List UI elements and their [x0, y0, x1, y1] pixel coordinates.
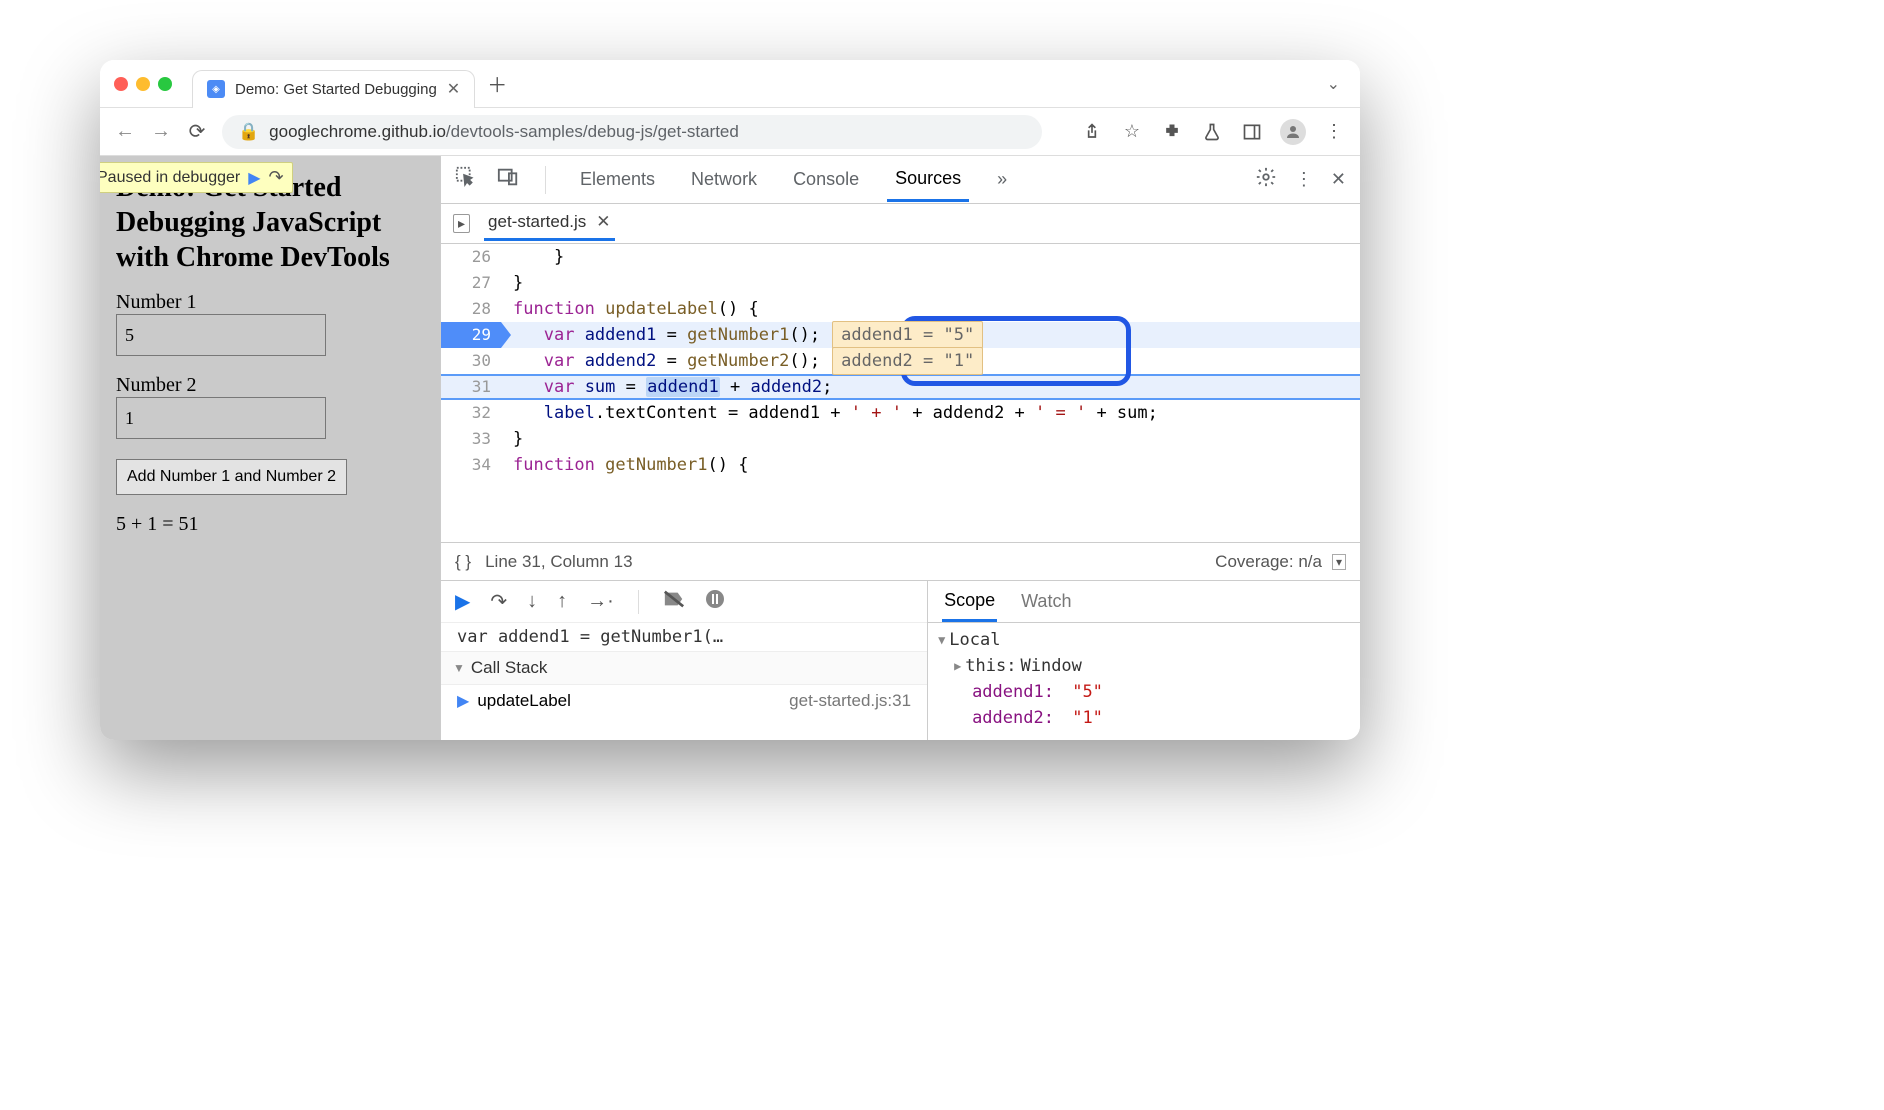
browser-window: ◈ Demo: Get Started Debugging ✕ ＋ ⌄ ← → …: [100, 60, 1360, 740]
debugger-right-pane: Scope Watch ▼Local ▶this: Window addend1…: [928, 581, 1360, 740]
devtools-panel: Elements Network Console Sources » ⋮ ✕ ▸…: [440, 156, 1360, 740]
window-controls: [114, 77, 172, 91]
tab-title: Demo: Get Started Debugging: [235, 81, 437, 98]
extensions-icon[interactable]: [1160, 121, 1184, 142]
reload-button[interactable]: ⟳: [186, 119, 208, 144]
panel-icon[interactable]: [1240, 121, 1264, 142]
debugger-left-pane: ▶ ↷ ↓ ↑ →· var addend1 = getNumber1(: [441, 581, 928, 740]
current-frame-icon: ▶: [457, 691, 469, 711]
debugger-controls: ▶ ↷ ↓ ↑ →·: [441, 581, 927, 623]
labs-flask-icon[interactable]: [1200, 121, 1224, 142]
number1-label: Number 1: [116, 291, 424, 314]
device-toggle-icon[interactable]: [497, 166, 519, 193]
tab-watch[interactable]: Watch: [1019, 583, 1073, 620]
coverage-toggle-icon[interactable]: ▾: [1332, 554, 1346, 570]
page-viewport: Paused in debugger ▶ ↷ Demo: Get Started…: [100, 156, 440, 740]
forward-button[interactable]: →: [150, 120, 172, 143]
code-editor[interactable]: 26 } 27} 28function updateLabel() { 29 v…: [441, 244, 1360, 542]
browser-toolbar: ← → ⟳ 🔒 googlechrome.github.io/devtools-…: [100, 108, 1360, 156]
callstack-header[interactable]: ▼Call Stack: [441, 652, 927, 685]
format-braces-icon[interactable]: { }: [455, 552, 471, 572]
close-window-icon[interactable]: [114, 77, 128, 91]
scope-var-addend2: addend2: "1": [938, 705, 1350, 731]
step-out-icon[interactable]: ↑: [557, 590, 567, 613]
file-tab-label: get-started.js: [488, 212, 586, 232]
favicon-icon: ◈: [207, 80, 225, 98]
banner-resume-icon[interactable]: ▶: [248, 168, 260, 188]
scope-this[interactable]: ▶this: Window: [938, 653, 1350, 679]
new-tab-button[interactable]: ＋: [487, 69, 507, 98]
url-host: googlechrome.github.io: [269, 122, 446, 141]
file-tab[interactable]: get-started.js ✕: [484, 206, 615, 241]
tab-sources[interactable]: Sources: [887, 158, 969, 202]
inline-value-1: addend1 = "5": [832, 321, 983, 349]
number2-label: Number 2: [116, 374, 424, 397]
scope-watch-tabs: Scope Watch: [928, 581, 1360, 623]
devtools-close-icon[interactable]: ✕: [1331, 169, 1346, 190]
file-tabstrip: ▸ get-started.js ✕: [441, 204, 1360, 244]
inspect-element-icon[interactable]: [455, 166, 477, 193]
titlebar: ◈ Demo: Get Started Debugging ✕ ＋ ⌄: [100, 60, 1360, 108]
scope-var-addend1: addend1: "5": [938, 679, 1350, 705]
editor-statusbar: { } Line 31, Column 13 Coverage: n/a ▾: [441, 542, 1360, 580]
close-tab-icon[interactable]: ✕: [447, 79, 460, 99]
step-over-icon[interactable]: ↷: [490, 589, 507, 614]
tab-scope[interactable]: Scope: [942, 582, 997, 622]
resume-icon[interactable]: ▶: [455, 589, 470, 614]
share-icon[interactable]: [1080, 121, 1104, 142]
bookmark-star-icon[interactable]: ☆: [1120, 121, 1144, 142]
cursor-position: Line 31, Column 13: [485, 552, 632, 572]
deactivate-breakpoints-icon[interactable]: [663, 589, 685, 615]
stack-frame[interactable]: ▶ updateLabel get-started.js:31: [441, 685, 927, 717]
menu-kebab-icon[interactable]: ⋮: [1322, 121, 1346, 142]
tabs-chevron-icon[interactable]: ⌄: [1327, 74, 1340, 94]
tab-elements[interactable]: Elements: [572, 159, 663, 200]
paused-banner: Paused in debugger ▶ ↷: [100, 162, 293, 193]
stack-location: get-started.js:31: [789, 691, 911, 711]
step-icon[interactable]: →·: [587, 590, 614, 613]
inline-value-2: addend2 = "1": [832, 347, 983, 375]
paused-banner-text: Paused in debugger: [100, 169, 240, 187]
paused-source-snippet: var addend1 = getNumber1(…: [441, 623, 927, 652]
stack-fn: updateLabel: [477, 691, 571, 711]
profile-avatar-icon[interactable]: [1280, 119, 1306, 145]
minimize-window-icon[interactable]: [136, 77, 150, 91]
tab-console[interactable]: Console: [785, 159, 867, 200]
banner-step-over-icon[interactable]: ↷: [269, 167, 284, 188]
devtools-tabstrip: Elements Network Console Sources » ⋮ ✕: [441, 156, 1360, 204]
step-into-icon[interactable]: ↓: [527, 590, 537, 613]
settings-gear-icon[interactable]: [1255, 166, 1277, 193]
address-bar[interactable]: 🔒 googlechrome.github.io/devtools-sample…: [222, 115, 1042, 149]
show-navigator-icon[interactable]: ▸: [453, 214, 470, 233]
back-button[interactable]: ←: [114, 120, 136, 143]
coverage-label: Coverage: n/a: [1215, 552, 1322, 572]
result-text: 5 + 1 = 51: [116, 513, 424, 536]
number2-input[interactable]: [116, 397, 326, 439]
browser-tab[interactable]: ◈ Demo: Get Started Debugging ✕: [192, 70, 475, 108]
add-button[interactable]: Add Number 1 and Number 2: [116, 459, 347, 495]
tab-network[interactable]: Network: [683, 159, 765, 200]
file-tab-close-icon[interactable]: ✕: [596, 212, 610, 232]
devtools-menu-icon[interactable]: ⋮: [1295, 169, 1313, 190]
number1-input[interactable]: [116, 314, 326, 356]
pause-exceptions-icon[interactable]: [705, 589, 725, 615]
lock-icon: 🔒: [238, 122, 259, 142]
url-path: /devtools-samples/debug-js/get-started: [446, 122, 739, 141]
maximize-window-icon[interactable]: [158, 77, 172, 91]
scope-local[interactable]: ▼Local: [938, 627, 1350, 653]
more-tabs-icon[interactable]: »: [989, 159, 1015, 200]
